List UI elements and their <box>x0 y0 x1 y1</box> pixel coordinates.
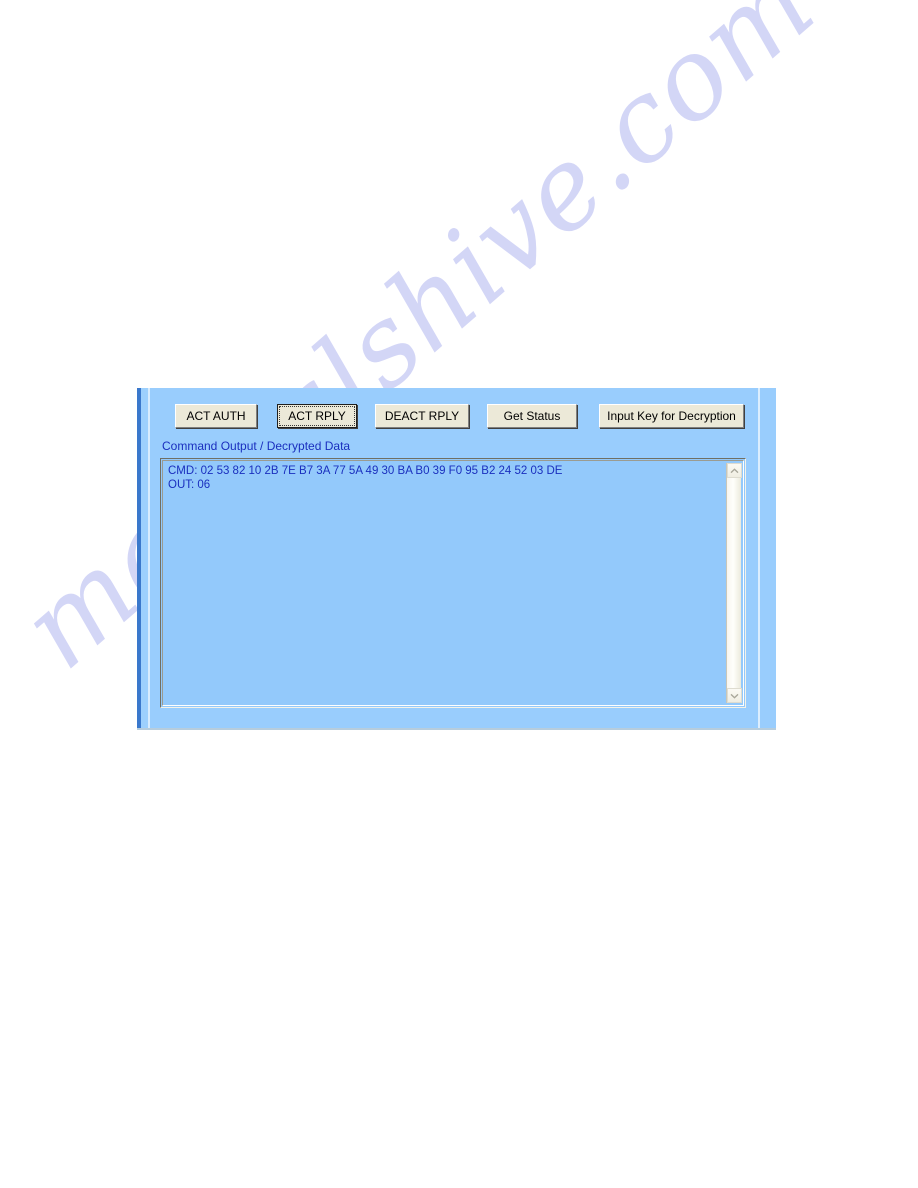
act-auth-button-label: ACT AUTH <box>186 409 246 423</box>
act-auth-button[interactable]: ACT AUTH <box>175 404 257 428</box>
panel-left-gap <box>141 388 148 728</box>
chevron-up-icon[interactable] <box>727 463 742 478</box>
command-output-textarea[interactable]: CMD: 02 53 82 10 2B 7E B7 3A 77 5A 49 30… <box>160 458 746 708</box>
chevron-down-icon[interactable] <box>727 688 742 703</box>
act-rply-button[interactable]: ACT RPLY <box>277 404 357 428</box>
scanned-manual-page: manualshive.com ACT AUTH ACT RPLY DEACT … <box>0 0 918 1188</box>
get-status-button-label: Get Status <box>503 409 561 423</box>
input-key-for-decryption-button[interactable]: Input Key for Decryption <box>599 404 744 428</box>
panel-left-rule <box>148 388 150 728</box>
deact-rply-button[interactable]: DEACT RPLY <box>375 404 469 428</box>
panel-bottom-shadow <box>137 728 776 730</box>
panel-right-rule <box>758 388 760 728</box>
command-output-text[interactable]: CMD: 02 53 82 10 2B 7E B7 3A 77 5A 49 30… <box>168 464 723 492</box>
command-output-label: Command Output / Decrypted Data <box>162 439 351 453</box>
act-rply-button-label: ACT RPLY <box>279 406 355 426</box>
input-key-for-decryption-button-label: Input Key for Decryption <box>607 409 736 423</box>
application-panel: ACT AUTH ACT RPLY DEACT RPLY Get Status … <box>137 388 776 728</box>
button-toolbar: ACT AUTH ACT RPLY DEACT RPLY Get Status … <box>137 404 776 430</box>
command-output-scrollbar[interactable] <box>726 463 742 703</box>
deact-rply-button-label: DEACT RPLY <box>384 409 460 423</box>
command-output-textarea-inner[interactable]: CMD: 02 53 82 10 2B 7E B7 3A 77 5A 49 30… <box>162 460 744 706</box>
get-status-button[interactable]: Get Status <box>487 404 577 428</box>
